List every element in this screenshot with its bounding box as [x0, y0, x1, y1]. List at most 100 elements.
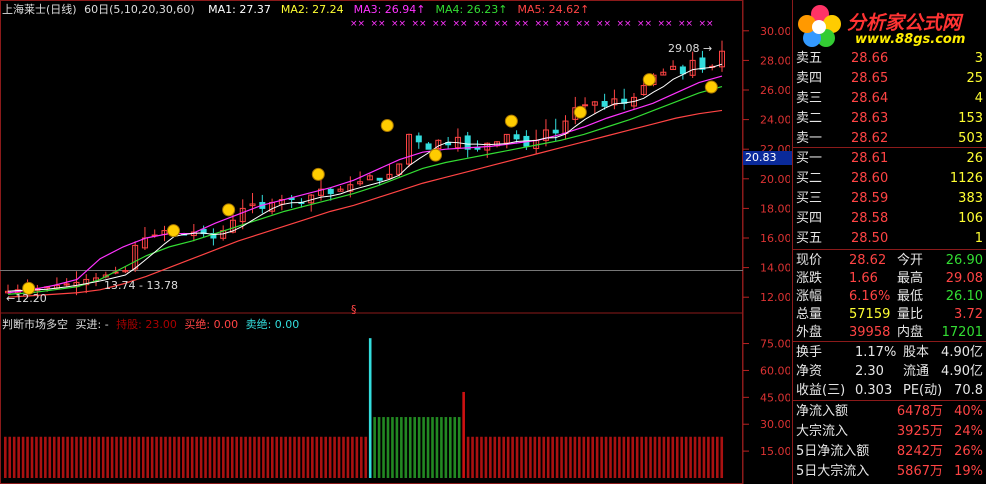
indicator-bar-wait	[453, 417, 457, 478]
quote-row: 外盘 39958 内盘 17201	[793, 323, 986, 343]
indicator-bar-hold	[707, 436, 710, 478]
range-annotation: 13.74 - 13.78	[104, 279, 178, 292]
indicator-bar-hold	[573, 436, 577, 478]
quote-label: 最高	[897, 271, 924, 286]
indicator-bar-wait	[382, 417, 385, 478]
indicator-bar-hold	[235, 436, 238, 478]
indicator-bar-hold	[324, 436, 327, 478]
signal-x-marker: ××	[617, 19, 632, 29]
indicator-bar-hold	[119, 436, 123, 478]
chart-area[interactable]: 12.00 14.00 16.00 18.00 20.00 22.00 24.00 26.00…	[0, 0, 790, 484]
indicator-bar-hold	[253, 436, 256, 478]
indicator-bar-hold	[337, 436, 341, 478]
signal-x-marker: ××	[699, 19, 714, 29]
indicator-bar-hold	[538, 436, 541, 478]
flow-row: 5日净流入额 8242万 26%	[793, 442, 986, 462]
indicator-bar-hold	[595, 436, 599, 478]
flow-value: 5867万	[896, 464, 943, 479]
indicator-bar-hold	[689, 436, 692, 478]
indicator-bar-hold	[546, 436, 550, 478]
y-tick-label: 12.00	[760, 291, 790, 304]
indicator-bar-hold	[155, 436, 158, 478]
indicator-title: 判断市场多空	[2, 318, 68, 331]
indicator-bar-hold	[93, 436, 96, 478]
kline-chart[interactable]: 12.0014.0016.0018.0020.0022.0024.0026.00…	[0, 0, 790, 484]
y-tick-label: 18.00	[760, 202, 790, 215]
indicator-bar-hold	[524, 436, 528, 478]
indicator-bar-hold	[275, 436, 279, 478]
indicator-bar-hold	[57, 436, 60, 478]
site-logo: 分析家公式网 www.88gs.com	[793, 0, 986, 50]
indicator-bar-hold	[693, 436, 697, 478]
quote-value: 17201	[941, 325, 983, 340]
indicator-bar-hold	[551, 436, 554, 478]
quote-label: 现价	[796, 253, 823, 268]
indicator-bar-hold	[21, 436, 25, 478]
signal-marker-icon	[642, 73, 656, 87]
candle-body	[699, 57, 706, 70]
quote-label: 内盘	[897, 325, 924, 340]
indicator-bar-hold	[578, 436, 581, 478]
indicator-bar-hold	[190, 436, 194, 478]
signal-marker-icon	[222, 203, 236, 217]
flow-pct: 24%	[954, 424, 983, 439]
ind-y-tick-label: 30.00	[760, 418, 790, 431]
indicator-bar-hold	[306, 436, 310, 478]
ma2-legend: MA2: 27.24	[280, 3, 344, 16]
fund-row: 收益(三) 0.303 PE(动) 70.8	[793, 381, 986, 401]
indicator-bar-hold	[360, 436, 363, 478]
orderbook-label: 卖五	[796, 51, 823, 66]
orderbook-price: 28.63	[851, 111, 889, 126]
indicator-bar-hold	[364, 436, 368, 478]
indicator-bar-hold	[506, 436, 510, 478]
logo-name: 分析家公式网	[847, 12, 962, 34]
orderbook-volume: 106	[958, 211, 983, 226]
signal-x-marker: ××	[350, 19, 365, 29]
fund-row: 换手 1.17% 股本 4.90亿	[793, 343, 986, 363]
indicator-bar-hold	[319, 436, 323, 478]
indicator-bar-hold	[520, 436, 523, 478]
ind-y-tick-label: 75.00	[760, 338, 790, 351]
bid-row: 买二 28.60 1126	[793, 169, 986, 189]
y-tick-label: 16.00	[760, 232, 790, 245]
indicator-bar-hold	[480, 436, 483, 478]
signal-x-marker: ××	[596, 19, 611, 29]
quote-value: 57159	[849, 307, 891, 322]
indicator-bar-hold	[635, 436, 639, 478]
ma-line-ma4	[7, 86, 723, 295]
indicator-bar-hold	[39, 436, 43, 478]
indicator-bar-hold	[511, 436, 514, 478]
indicator-bar-hold	[30, 436, 34, 478]
indicator-bar-hold	[159, 436, 163, 478]
orderbook-volume: 1	[974, 231, 983, 246]
quote-row: 现价 28.62 今开 26.90	[793, 251, 986, 271]
orderbook-volume: 1126	[949, 171, 983, 186]
orderbook-label: 买五	[796, 231, 823, 246]
flow-value: 3925万	[896, 424, 943, 439]
ind-y-tick-label: 60.00	[760, 364, 790, 377]
candle-body	[601, 101, 608, 107]
signal-x-marker: ××	[535, 19, 550, 29]
logo-url[interactable]: www.88gs.com	[855, 32, 965, 47]
indicator-bar-hold	[315, 436, 319, 478]
quote-row: 涨幅 6.16% 最低 26.10	[793, 287, 986, 307]
signal-x-marker: ××	[494, 19, 509, 29]
indicator-bar-hold	[128, 436, 132, 478]
flow-pct: 40%	[954, 404, 983, 419]
indicator-buy: 买进: -	[75, 318, 109, 331]
fund-label: 净资	[796, 364, 823, 379]
signal-x-marker: ××	[514, 19, 529, 29]
bid-row: 买五 28.50 1	[793, 229, 986, 249]
indicator-bar-hold	[466, 436, 470, 478]
indicator-bar-hold	[564, 436, 568, 478]
signal-x-marker: ××	[678, 19, 693, 29]
fund-label: PE(动)	[903, 383, 943, 398]
orderbook-volume: 4	[974, 91, 983, 106]
ind-y-tick-label: 15.00	[760, 445, 790, 458]
indicator-bar-hold	[586, 436, 590, 478]
flow-value: 6478万	[896, 404, 943, 419]
flow-row: 5日大宗流入 5867万 19%	[793, 462, 986, 482]
indicator-bar-buy	[368, 338, 372, 478]
indicator-bar-hold	[222, 436, 225, 478]
indicator-bar-hold	[711, 436, 715, 478]
